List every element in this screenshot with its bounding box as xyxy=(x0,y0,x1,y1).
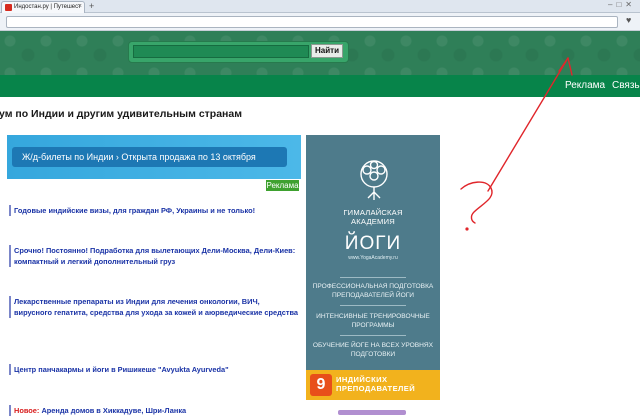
new-tab-button[interactable]: + xyxy=(89,0,94,12)
nav-link-contact[interactable]: Связь xyxy=(612,80,640,91)
yoga-block-levels: ОБУЧЕНИЕ ЙОГЕ НА ВСЕХ УРОВНЯХ ПОДГОТОВКИ xyxy=(312,342,434,358)
site-favicon-icon xyxy=(5,4,12,11)
window-controls[interactable]: –□✕ xyxy=(608,0,636,9)
ad-link-text[interactable]: Срочно! Постоянно! Подработка для вылета… xyxy=(14,246,295,266)
yoga-number-badge: 9 xyxy=(310,374,332,396)
yoga-block-programs: ИНТЕНСИВНЫЕ ТРЕНИРОВОЧНЫЕ ПРОГРАММЫ xyxy=(316,313,430,329)
tab-title: Индостан.ру | Путешест xyxy=(14,4,81,10)
yoga-block-training: ПРОФЕССИОНАЛЬНАЯ ПОДГОТОВКА ПРЕПОДАВАТЕЛ… xyxy=(312,283,434,299)
ad-link-text[interactable]: Лекарственные препараты из Индии для леч… xyxy=(14,297,298,317)
yoga-line1: ГИМАЛАЙСКАЯ xyxy=(343,208,403,217)
address-bar[interactable] xyxy=(6,16,618,28)
yoga-divider xyxy=(340,277,406,278)
ad-badge: Реклама xyxy=(266,180,299,191)
yoga-site: www.YogaAcademy.ru xyxy=(348,255,398,261)
yoga-title: ЙОГИ xyxy=(344,233,402,254)
yoga-decor-bar xyxy=(338,410,406,415)
browser-tabstrip: Индостан.ру | Путешест × + –□✕ xyxy=(0,0,640,13)
screenshot: Индостан.ру | Путешест × + –□✕ ♥ Найти Р… xyxy=(0,0,640,420)
nav-link-advertising[interactable]: Реклама xyxy=(565,80,605,91)
search-input[interactable] xyxy=(133,45,309,58)
browser-toolbar: ♥ xyxy=(0,13,640,31)
search-button[interactable]: Найти xyxy=(311,44,343,58)
favorite-heart-icon[interactable]: ♥ xyxy=(626,15,631,25)
ad-link-panchakarma[interactable]: Центр панчакармы и йоги в Ришикеше "Avyu… xyxy=(9,364,299,375)
tab-close-icon[interactable]: × xyxy=(78,2,82,12)
ad-link-text[interactable]: Годовые индийские визы, для граждан РФ, … xyxy=(14,206,255,215)
yoga-divider xyxy=(340,335,406,336)
yoga-teachers-text: ИНДИЙСКИХ ПРЕПОДАВАТЕЛЕЙ xyxy=(336,375,416,393)
nav-bar xyxy=(0,75,640,97)
question-mark-curve-icon xyxy=(460,181,493,224)
new-tag: Новое: xyxy=(14,406,42,415)
banner-label[interactable]: Ж/д-билеты по Индии › Открыта продажа по… xyxy=(12,147,287,167)
site-subtitle: ум по Индии и другим удивительным страна… xyxy=(0,108,242,120)
ad-link-text[interactable]: Аренда домов в Хиккадуве, Шри-Ланка xyxy=(41,406,186,415)
yoga-line2: АКАДЕМИЯ xyxy=(351,217,395,226)
tree-logo-icon xyxy=(360,160,388,200)
ad-link-text[interactable]: Центр панчакармы и йоги в Ришикеше "Avyu… xyxy=(14,365,229,374)
ad-link-medicine[interactable]: Лекарственные препараты из Индии для леч… xyxy=(9,296,299,318)
yoga-academy-name: ГИМАЛАЙСКАЯ АКАДЕМИЯ xyxy=(306,208,440,226)
yoga-divider xyxy=(340,305,406,306)
question-mark-dot-icon xyxy=(465,227,469,231)
ad-link-courier[interactable]: Срочно! Постоянно! Подработка для вылета… xyxy=(9,245,299,267)
ad-link-hikkaduwa[interactable]: Новое: Аренда домов в Хиккадуве, Шри-Лан… xyxy=(9,405,299,416)
ad-link-visas[interactable]: Годовые индийские визы, для граждан РФ, … xyxy=(9,205,299,216)
browser-tab[interactable]: Индостан.ру | Путешест × xyxy=(1,1,85,13)
